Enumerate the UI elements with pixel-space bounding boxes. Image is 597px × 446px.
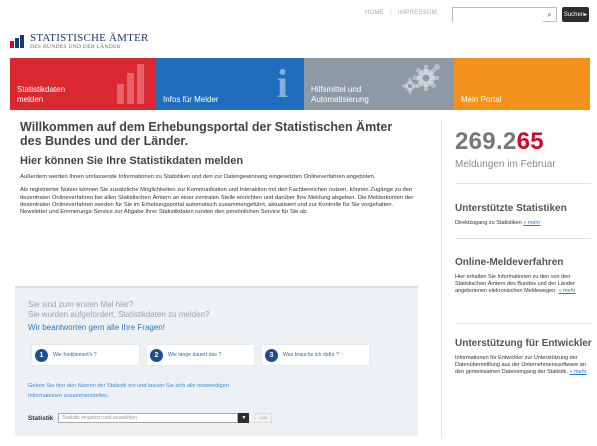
- search-input[interactable]: [453, 13, 543, 26]
- intro-paragraph: Außerdem werden Ihnen umfassende Informa…: [20, 174, 376, 180]
- tile-hilfsmittel[interactable]: Hilfsmittel und Automatisierung: [304, 58, 454, 110]
- utility-links: HOME | IMPRESSUM: [365, 10, 437, 16]
- logo-title: STATISTISCHE ÄMTER: [30, 32, 149, 44]
- sidebar-block-title: Online-Meldeverfahren: [455, 257, 564, 268]
- logo-icon: [10, 35, 26, 48]
- statistik-label: Statistik: [28, 414, 54, 422]
- step-number-badge: 1: [35, 348, 48, 362]
- faq-steps: 1 Wie funktioniert's ? 2 Wie lange dauer…: [32, 345, 369, 365]
- step-how-long[interactable]: 2 Wie lange dauert das ?: [147, 345, 254, 365]
- separator: |: [390, 10, 393, 16]
- sidebar-block-title: Unterstützte Statistiken: [455, 203, 567, 214]
- statistik-hint: Geben Sie hier den Namen der Statistik e…: [28, 383, 229, 399]
- logo-subtitle: DES BUNDES UND DER LÄNDER: [30, 44, 121, 50]
- step-label: Wie funktioniert's ?: [53, 352, 97, 358]
- faq-question-2: Sie wurden aufgefordert, Statistikdaten …: [28, 310, 210, 319]
- faq-box: Sie sind zum ersten Mal hier? Sie wurden…: [15, 286, 418, 436]
- step-what-needed[interactable]: 3 Was brauche ich dafür ?: [262, 345, 369, 365]
- page-title: Willkommen auf dem Erhebungsportal der S…: [20, 120, 393, 148]
- statistik-search-row: Statistik Statistik eingeben und auswähl…: [28, 413, 273, 423]
- more-link[interactable]: » mehr: [558, 288, 575, 294]
- step-number-badge: 2: [150, 348, 163, 362]
- sidebar-divider: [455, 323, 591, 324]
- search-icon[interactable]: ⌕: [547, 9, 552, 20]
- sidebar-block-text: Informationen für Entwickler zur Unterst…: [455, 355, 587, 376]
- sidebar-block-text: Hier erhalten Sie Informationen zu den v…: [455, 274, 576, 295]
- column-divider: [441, 120, 442, 438]
- chevron-down-icon[interactable]: ▼: [238, 413, 250, 423]
- sidebar-block-title: Unterstützung für Entwickler: [455, 338, 592, 349]
- sidebar-block-statistiken: Unterstützte Statistiken Direktzugang zu…: [455, 203, 595, 227]
- report-counter: 269.265 Meldungen im Februar: [455, 128, 595, 170]
- sidebar-block-meldeverfahren: Online-Meldeverfahren Hier erhalten Sie …: [455, 257, 595, 296]
- tile-label: Statistikdaten melden: [17, 85, 66, 104]
- search-box: ⌕: [452, 7, 557, 26]
- tile-mein-portal[interactable]: Mein Portal: [454, 58, 590, 110]
- page-subheading: Hier können Sie Ihre Statistikdaten meld…: [20, 155, 244, 167]
- sidebar-divider: [455, 238, 591, 239]
- bar-chart-icon: [117, 64, 144, 104]
- tile-statistikdaten-melden[interactable]: Statistikdaten melden: [10, 58, 156, 110]
- tile-label: Infos für Melder: [163, 94, 219, 104]
- header: HOME | IMPRESSUM ⌕ Suchen▸ STATISTISCHE …: [0, 0, 597, 58]
- step-label: Was brauche ich dafür ?: [283, 352, 340, 358]
- tile-label: Hilfsmittel und Automatisierung: [311, 85, 369, 104]
- sidebar-divider: [455, 183, 591, 184]
- info-icon: i: [276, 61, 288, 106]
- step-how-it-works[interactable]: 1 Wie funktioniert's ?: [32, 345, 139, 365]
- faq-questions: Sie sind zum ersten Mal hier? Sie wurden…: [28, 300, 209, 320]
- logo[interactable]: STATISTISCHE ÄMTER DES BUNDES UND DER LÄ…: [10, 33, 149, 51]
- faq-question-1: Sie sind zum ersten Mal hier?: [28, 300, 134, 309]
- sidebar-block-entwickler: Unterstützung für Entwickler Information…: [455, 338, 595, 377]
- sidebar-block-text: Direktzugang zu Statistiken » mehr: [455, 220, 541, 226]
- main-content: Willkommen auf dem Erhebungsportal der S…: [20, 120, 416, 216]
- faq-cta: Wir beantworten gern alle Ihre Fragen!: [28, 323, 165, 332]
- nav-tiles: Statistikdaten melden i Infos für Melder…: [10, 58, 590, 110]
- tile-label: Mein Portal: [461, 94, 502, 104]
- step-label: Wie lange dauert das ?: [168, 352, 222, 358]
- counter-value: 269.265: [455, 128, 544, 155]
- search-button[interactable]: Suchen▸: [562, 7, 589, 22]
- gears-icon: [402, 64, 440, 94]
- more-link[interactable]: » mehr: [569, 369, 586, 375]
- more-link[interactable]: » mehr: [523, 220, 540, 226]
- search-button-label: Suchen: [563, 12, 585, 18]
- impressum-link[interactable]: IMPRESSUM: [398, 10, 437, 16]
- tile-infos-fuer-melder[interactable]: i Infos für Melder: [156, 58, 304, 110]
- counter-caption: Meldungen im Februar: [455, 159, 556, 170]
- registered-user-paragraph: Als registrierter Nutzer können Sie zusä…: [20, 187, 414, 216]
- step-number-badge: 3: [265, 348, 278, 362]
- home-link[interactable]: HOME: [365, 10, 384, 16]
- go-button[interactable]: Los: [254, 413, 273, 423]
- statistik-select[interactable]: Statistik eingeben und auswählen: [58, 413, 239, 423]
